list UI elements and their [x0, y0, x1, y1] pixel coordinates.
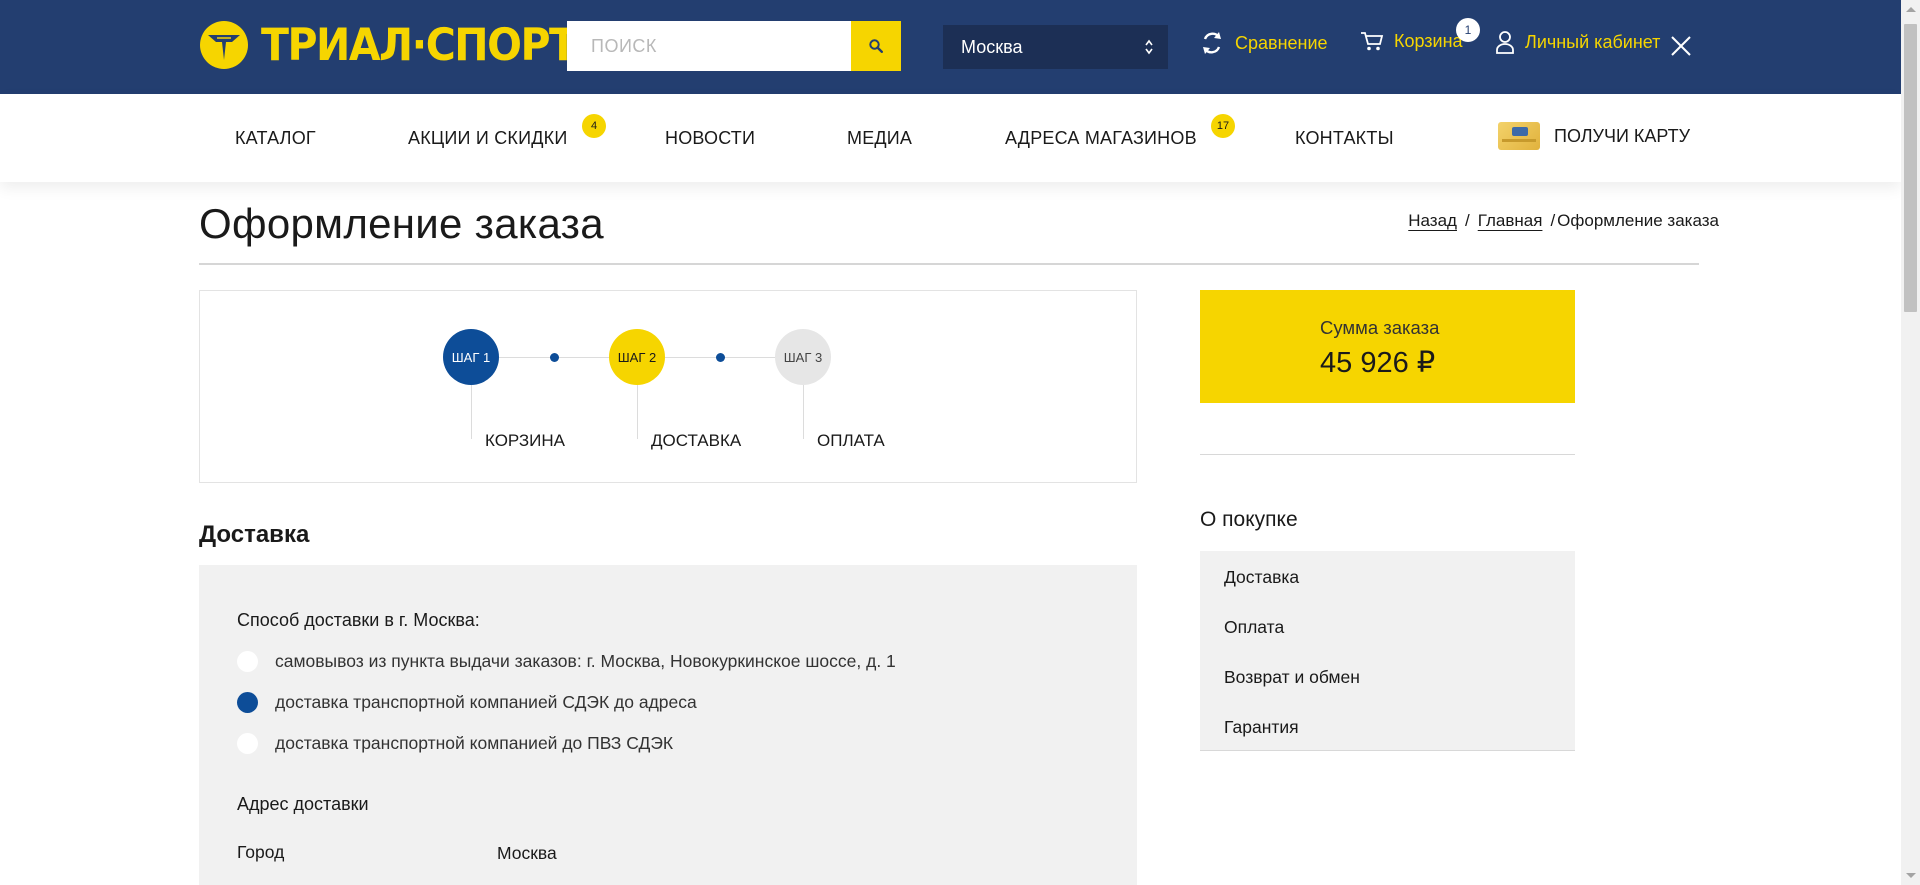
radio-button-selected[interactable] [237, 692, 258, 713]
delivery-option-cdek-address[interactable]: доставка транспортной компанией СДЭК до … [237, 692, 697, 713]
compare-icon [1203, 32, 1221, 54]
about-purchase-list: Доставка Оплата Возврат и обмен Гарантия [1200, 551, 1575, 751]
loyalty-card-icon [1498, 122, 1540, 150]
city-select-value: Москва [961, 36, 1023, 57]
step-tick [471, 385, 472, 439]
nav-badge-stores: 17 [1211, 114, 1235, 138]
breadcrumb: Назад / Главная / Оформление заказа [1408, 211, 1719, 231]
order-sum-label: Сумма заказа [1320, 317, 1440, 338]
delivery-option-label: доставка транспортной компанией до ПВЗ С… [275, 733, 674, 753]
step-1-circle[interactable]: ШАГ 1 [443, 329, 499, 385]
cart-icon [1361, 32, 1384, 51]
order-sum-value: 45 926 ₽ [1320, 347, 1436, 379]
step-3-label: ОПЛАТА [817, 431, 885, 450]
user-icon [1496, 31, 1514, 54]
logo-icon [200, 21, 248, 69]
delivery-option-label: самовывоз из пункта выдачи заказов: г. М… [275, 651, 896, 671]
breadcrumb-separator: / [1464, 211, 1470, 230]
breadcrumb-home[interactable]: Главная [1478, 211, 1543, 231]
step-2-label: ДОСТАВКА [651, 431, 742, 450]
nav-item-contacts[interactable]: КОНТАКТЫ [1295, 128, 1394, 149]
get-card-label: ПОЛУЧИ КАРТУ [1554, 125, 1691, 146]
radio-button[interactable] [237, 733, 258, 754]
delivery-option-cdek-pvz[interactable]: доставка транспортной компанией до ПВЗ С… [237, 733, 673, 754]
account-label: Личный кабинет [1525, 31, 1661, 52]
main-nav: КАТАЛОГ АКЦИИ И СКИДКИ 4 НОВОСТИ МЕДИА А… [0, 94, 1901, 182]
breadcrumb-back[interactable]: Назад [1408, 211, 1457, 231]
search-icon [869, 39, 883, 53]
breadcrumb-separator: / [1550, 211, 1556, 230]
scroll-up-arrow-icon[interactable] [1906, 7, 1916, 12]
cart-count-badge: 1 [1456, 18, 1480, 42]
nav-item-stores[interactable]: АДРЕСА МАГАЗИНОВ [1005, 128, 1197, 149]
about-item-payment[interactable]: Оплата [1224, 617, 1284, 638]
about-item-returns[interactable]: Возврат и обмен [1224, 667, 1360, 688]
nav-badge-promotions: 4 [582, 114, 606, 138]
search-bar [567, 21, 901, 71]
title-divider [199, 263, 1699, 265]
about-purchase-title: О покупке [1200, 508, 1298, 531]
about-item-warranty[interactable]: Гарантия [1224, 717, 1299, 738]
nav-item-promotions[interactable]: АКЦИИ И СКИДКИ [408, 128, 567, 149]
delivery-option-label: доставка транспортной компанией СДЭК до … [275, 692, 697, 712]
close-icon[interactable] [1670, 35, 1692, 57]
scrollbar-thumb[interactable] [1904, 24, 1917, 312]
page-title: Оформление заказа [199, 200, 604, 247]
step-2-circle[interactable]: ШАГ 2 [609, 329, 665, 385]
checkout-steps: ШАГ 1 ШАГ 2 ШАГ 3 КОРЗИНА ДОСТАВКА ОПЛАТ… [199, 290, 1137, 483]
get-card-link[interactable]: ПОЛУЧИ КАРТУ [1498, 122, 1690, 150]
compare-link[interactable]: Сравнение [1199, 30, 1328, 56]
cart-label: Корзина [1394, 30, 1463, 51]
step-3-circle: ШАГ 3 [775, 329, 831, 385]
nav-item-media[interactable]: МЕДИА [847, 128, 912, 149]
logo-text: ТРИАЛ·СПОРТ [261, 19, 577, 71]
search-input[interactable] [567, 21, 851, 71]
select-arrows-icon [1145, 39, 1153, 55]
delivery-panel: Способ доставки в г. Москва: самовывоз и… [199, 565, 1137, 885]
city-select[interactable]: Москва [943, 25, 1168, 69]
about-item-delivery[interactable]: Доставка [1224, 567, 1299, 588]
delivery-option-pickup[interactable]: самовывоз из пункта выдачи заказов: г. М… [237, 651, 896, 672]
radio-button[interactable] [237, 651, 258, 672]
step-tick [637, 385, 638, 439]
scroll-down-arrow-icon[interactable] [1906, 873, 1916, 878]
sidebar-divider [1200, 454, 1575, 455]
page-scrollbar[interactable] [1901, 0, 1920, 885]
nav-item-news[interactable]: НОВОСТИ [665, 128, 755, 149]
account-link[interactable]: Личный кабинет [1495, 30, 1660, 54]
step-1-label: КОРЗИНА [485, 431, 566, 450]
site-logo[interactable]: ТРИАЛ·СПОРТ [199, 19, 577, 71]
delivery-address-title: Адрес доставки [237, 794, 369, 814]
step-tick [803, 385, 804, 439]
cart-link[interactable]: Корзина [1360, 30, 1463, 52]
breadcrumb-current: Оформление заказа [1557, 211, 1719, 230]
city-field-label: Город [237, 842, 285, 862]
nav-item-catalog[interactable]: КАТАЛОГ [235, 128, 316, 149]
compare-label: Сравнение [1235, 32, 1328, 53]
top-header: ТРИАЛ·СПОРТ Москва Сравнение [0, 0, 1901, 94]
delivery-method-caption: Способ доставки в г. Москва: [237, 610, 480, 630]
order-sum-box: Сумма заказа 45 926 ₽ [1200, 290, 1575, 403]
search-button[interactable] [851, 21, 901, 71]
city-field-value: Москва [497, 843, 557, 863]
delivery-section-title: Доставка [199, 521, 310, 548]
step-connector-dot [716, 353, 725, 362]
step-connector-dot [550, 353, 559, 362]
